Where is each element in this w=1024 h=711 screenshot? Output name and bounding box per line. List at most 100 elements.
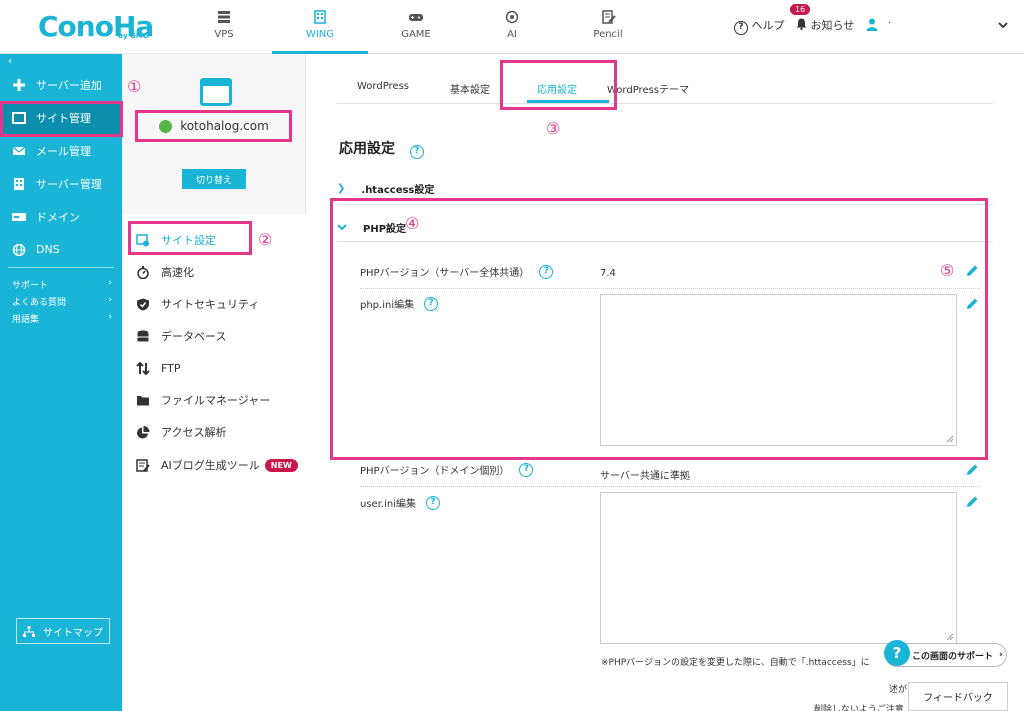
note-fragment: 削除しないようご注意 (814, 705, 904, 711)
php-ini-textarea[interactable] (600, 294, 957, 446)
php-version-domain-label: PHPバージョン（ドメイン個別） ? (360, 462, 534, 477)
user-icon (866, 18, 878, 31)
menu-item-analytics[interactable]: アクセス解析 (136, 421, 226, 443)
tab-basic-settings[interactable]: 基本設定 (450, 81, 490, 96)
row-divider (360, 288, 980, 289)
domain-display: kotohalog.com (136, 113, 292, 139)
main-content: WordPress 基本設定 応用設定 WordPressテーマ 応用設定 ? … (307, 54, 1024, 711)
site-menu: サイト設定 高速化 サイトセキュリティ データベース FTP ファイルマネージャ… (122, 214, 306, 711)
sidebar-collapse-button[interactable]: ‹ (8, 56, 12, 67)
help-circle-icon[interactable]: ? (425, 495, 440, 510)
tab-wordpress-theme[interactable]: WordPressテーマ (607, 81, 689, 96)
user-name: · (888, 18, 892, 29)
annotation-number-2: ② (258, 230, 273, 249)
nav-tab-game[interactable]: GAME (368, 0, 464, 54)
logo-sub: by GMO (118, 32, 149, 40)
nav-tab-pencil[interactable]: Pencil (560, 0, 656, 54)
building-icon (314, 10, 326, 24)
menu-item-security[interactable]: サイトセキュリティ (136, 293, 259, 315)
notification-badge: 16 (790, 4, 811, 15)
notifications-link[interactable]: お知らせ (796, 17, 854, 33)
chip-icon (505, 10, 519, 24)
edit-php-version-domain-icon[interactable] (965, 463, 979, 477)
user-menu[interactable]: · (866, 14, 1014, 36)
menu-item-file-manager[interactable]: ファイルマネージャー (136, 389, 270, 411)
annotation-number-5: ⑤ (940, 261, 955, 280)
chevron-down-icon (337, 224, 347, 231)
edit-php-version-icon[interactable] (965, 264, 979, 278)
menu-item-speed[interactable]: 高速化 (136, 261, 194, 283)
user-ini-label: user.ini編集 ? (360, 495, 440, 510)
plus-icon (13, 78, 25, 91)
sidebar-item-site-management[interactable]: サイト管理 (0, 101, 122, 134)
help-circle-icon[interactable]: ? (519, 462, 534, 477)
tab-wordpress[interactable]: WordPress (357, 81, 409, 92)
ai-blog-icon (136, 458, 150, 472)
help-link[interactable]: ? ヘルプ (734, 17, 785, 35)
site-settings-icon (136, 233, 149, 246)
server-icon (218, 11, 230, 23)
ftp-arrows-icon (136, 361, 150, 375)
php-ini-label: php.ini編集 ? (360, 296, 439, 311)
stopwatch-icon (137, 265, 149, 279)
help-circle-icon: ? (734, 21, 748, 35)
menu-item-site-settings[interactable]: サイト設定 (136, 229, 216, 251)
new-badge: NEW (264, 458, 298, 472)
menu-item-database[interactable]: データベース (136, 325, 226, 347)
sidebar-divider (8, 267, 114, 268)
accordion-divider (337, 204, 993, 205)
support-question-icon[interactable]: ? (884, 640, 910, 666)
sidebar-item-domain[interactable]: ドメイン (0, 200, 122, 233)
feedback-button[interactable]: フィードバック (908, 682, 1008, 711)
sidebar-item-server[interactable]: サーバー管理 (0, 167, 122, 200)
sitemap-button[interactable]: サイトマップ (16, 618, 110, 644)
bell-icon (796, 18, 807, 30)
resize-grip-icon[interactable] (945, 632, 954, 641)
chevron-right-icon: ❯ (337, 183, 346, 194)
php-version-label: PHPバージョン（サーバー全体共通） ? (360, 264, 554, 279)
settings-tabs: WordPress 基本設定 応用設定 WordPressテーマ (337, 54, 993, 104)
php-version-domain-value: サーバー共通に準拠 (600, 471, 690, 482)
accordion-divider (337, 241, 993, 242)
menu-item-ftp[interactable]: FTP (136, 357, 181, 379)
active-tab-indicator (527, 100, 609, 103)
folder-icon (137, 395, 149, 405)
tab-advanced-settings[interactable]: 応用設定 (537, 81, 577, 96)
sidebar-link-support[interactable]: サポート › (12, 278, 112, 291)
globe-icon (12, 243, 26, 256)
sidebar-link-faq[interactable]: よくある質問 › (12, 295, 112, 308)
note-fragment: 述が (889, 685, 908, 695)
menu-item-ai-blog[interactable]: AIブログ生成ツール NEW (136, 454, 298, 476)
help-circle-icon[interactable]: ? (424, 296, 439, 311)
sidebar-item-add-server[interactable]: サーバー追加 (0, 68, 122, 101)
top-header: ConoHa by GMO VPS WING GAME AI Pencil ? … (0, 0, 1024, 54)
mail-icon (12, 146, 26, 155)
resize-grip-icon[interactable] (945, 434, 954, 443)
php-accordion[interactable]: PHP設定 (337, 220, 406, 235)
annotation-number-3: ③ (546, 119, 561, 138)
sidebar-item-mail[interactable]: メール管理 (0, 134, 122, 167)
domain-icon (12, 212, 26, 221)
edit-user-ini-icon[interactable] (965, 495, 979, 509)
nav-tab-wing[interactable]: WING (272, 0, 368, 54)
gamepad-icon (409, 14, 423, 21)
nav-tab-ai[interactable]: AI (464, 0, 560, 54)
site-window-icon (200, 78, 232, 106)
edit-php-ini-icon[interactable] (965, 297, 979, 311)
sidebar-link-glossary[interactable]: 用語集 › (12, 312, 112, 325)
annotation-number-4: ④ (405, 214, 420, 233)
shield-icon (137, 298, 149, 310)
help-circle-icon[interactable]: ? (409, 145, 424, 159)
nav-tab-vps[interactable]: VPS (176, 0, 272, 54)
database-icon (137, 330, 149, 341)
building-icon (14, 177, 24, 190)
php-version-value: 7.4 (600, 268, 616, 279)
site-panel: kotohalog.com 切り替え サイト設定 高速化 サイトセキュリティ デ… (122, 54, 306, 711)
htaccess-accordion[interactable]: ❯ .htaccess設定 (337, 181, 434, 196)
row-divider (360, 486, 980, 487)
help-circle-icon[interactable]: ? (539, 264, 554, 279)
sidebar-item-dns[interactable]: DNS (0, 233, 122, 266)
left-sidebar: ‹ サーバー追加 サイト管理 メール管理 サーバー管理 ドメイン DNS サポー… (0, 54, 122, 711)
user-ini-textarea[interactable] (600, 492, 957, 644)
switch-site-button[interactable]: 切り替え (182, 169, 246, 189)
